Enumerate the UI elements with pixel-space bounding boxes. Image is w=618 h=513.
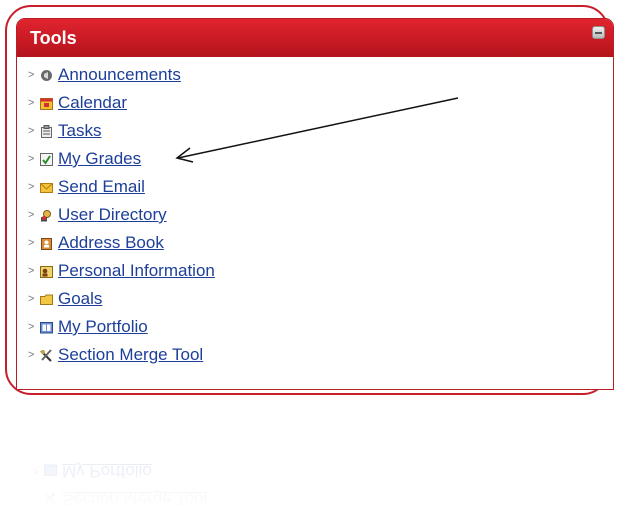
reflection-item: > Section Merge Tool — [32, 490, 208, 509]
tool-link-tasks[interactable]: Tasks — [58, 117, 101, 145]
tool-list: > Announcements > Calendar > Tasks > My … — [17, 57, 613, 369]
chevron-right-icon: > — [28, 321, 35, 333]
list-item: > Announcements — [28, 61, 613, 89]
envelope-icon — [40, 181, 53, 194]
address-book-icon — [40, 237, 53, 250]
tasks-icon — [40, 124, 53, 138]
tool-link-announcements[interactable]: Announcements — [58, 61, 181, 89]
grades-icon — [40, 152, 53, 166]
calendar-icon — [40, 97, 53, 110]
tools-icon — [44, 492, 57, 506]
reflection-content: > Section Merge Tool > My Portfolio — [5, 398, 609, 513]
chevron-right-icon: > — [28, 181, 35, 193]
list-item: > User Directory — [28, 201, 613, 229]
list-item: > Send Email — [28, 173, 613, 201]
tools-module: Tools > Announcements > Calendar > Tasks… — [16, 18, 614, 390]
tool-link-address-book[interactable]: Address Book — [58, 229, 164, 257]
portfolio-icon — [44, 465, 57, 478]
list-item: > Personal Information — [28, 257, 613, 285]
portfolio-icon — [40, 321, 53, 334]
tool-link-my-portfolio[interactable]: My Portfolio — [58, 313, 148, 341]
tool-link-goals[interactable]: Goals — [58, 285, 102, 313]
list-item: > My Grades — [28, 145, 613, 173]
chevron-right-icon: > — [28, 125, 35, 137]
list-item: > Goals — [28, 285, 613, 313]
chevron-right-icon: > — [28, 237, 35, 249]
folder-icon — [40, 293, 53, 306]
chevron-right-icon: > — [28, 293, 35, 305]
chevron-right-icon: > — [28, 265, 35, 277]
reflection-item: > My Portfolio — [32, 462, 152, 481]
list-item: > Calendar — [28, 89, 613, 117]
list-item: > Section Merge Tool — [28, 341, 613, 369]
megaphone-icon — [40, 69, 53, 82]
chevron-right-icon: > — [28, 349, 35, 361]
tool-link-my-grades[interactable]: My Grades — [58, 145, 141, 173]
tool-link-send-email[interactable]: Send Email — [58, 173, 145, 201]
chevron-right-icon: > — [28, 69, 35, 81]
tool-link-personal-information[interactable]: Personal Information — [58, 257, 215, 285]
module-title: Tools — [30, 28, 77, 48]
chevron-right-icon: > — [28, 153, 35, 165]
tool-link-section-merge-tool[interactable]: Section Merge Tool — [58, 341, 203, 369]
user-directory-icon — [40, 209, 53, 222]
chevron-right-icon: > — [28, 209, 35, 221]
personal-info-icon — [40, 265, 53, 278]
list-item: > My Portfolio — [28, 313, 613, 341]
chevron-right-icon: > — [28, 97, 35, 109]
tools-icon — [40, 348, 53, 362]
reflection: > Section Merge Tool > My Portfolio — [5, 398, 609, 513]
collapse-icon[interactable] — [592, 26, 605, 39]
tool-link-user-directory[interactable]: User Directory — [58, 201, 167, 229]
list-item: > Address Book — [28, 229, 613, 257]
list-item: > Tasks — [28, 117, 613, 145]
module-header: Tools — [17, 19, 613, 57]
tool-link-calendar[interactable]: Calendar — [58, 89, 127, 117]
